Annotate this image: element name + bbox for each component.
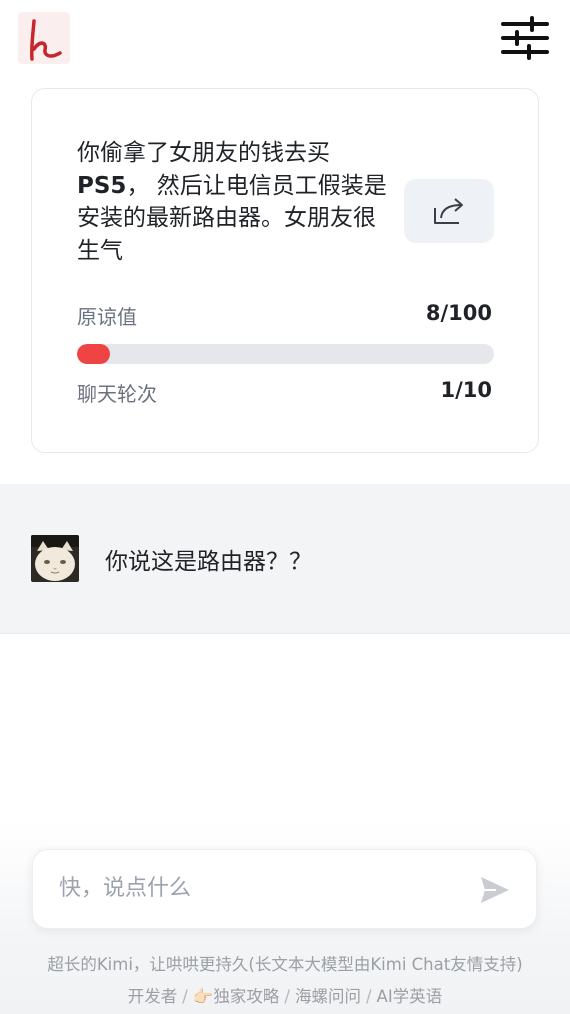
- footer-separator: /: [284, 987, 290, 1006]
- user-message: 你说这是路由器？？: [105, 549, 312, 575]
- footer-links: 开发者 / 👉🏻独家攻略 / 海螺问问 / AI学英语: [0, 983, 570, 1007]
- forgiveness-label: 原谅值: [77, 305, 137, 329]
- send-icon: [481, 877, 509, 903]
- rounds-label: 聊天轮次: [77, 382, 157, 406]
- footer-separator: /: [182, 987, 188, 1006]
- brand-logo-icon[interactable]: [18, 12, 70, 64]
- footer-link-hailuo[interactable]: 海螺问问: [295, 987, 361, 1006]
- sliders-icon: [501, 16, 549, 60]
- forgiveness-progress-bar: [77, 344, 494, 364]
- composer: [32, 849, 537, 929]
- footer-link-ai-english[interactable]: AI学英语: [377, 987, 443, 1006]
- scenario-card: 你偷拿了女朋友的钱去买PS5， 然后让电信员工假装是安装的最新路由器。女朋友很生…: [31, 88, 539, 453]
- footer-separator: /: [365, 987, 372, 1006]
- footer-tagline: 超长的Kimi，让哄哄更持久(长文本大模型由Kimi Chat友情支持): [47, 955, 523, 974]
- footer-link-guide[interactable]: 👉🏻独家攻略: [193, 987, 280, 1006]
- forgiveness-value: 8/100: [425, 301, 492, 325]
- rounds-value: 1/10: [440, 378, 492, 402]
- conversation-area: 你说这是路由器？？: [0, 484, 570, 634]
- forgiveness-progress-fill: [77, 344, 111, 364]
- app-page: 你偷拿了女朋友的钱去买PS5， 然后让电信员工假装是安装的最新路由器。女朋友很生…: [0, 0, 570, 1014]
- scenario-text-highlight: PS5: [77, 172, 127, 199]
- send-button[interactable]: [478, 874, 512, 906]
- share-button[interactable]: [404, 179, 494, 243]
- chat-input[interactable]: [59, 868, 459, 908]
- share-icon: [434, 198, 463, 224]
- scenario-text-part: 你偷拿了女朋友的钱去买: [77, 140, 330, 166]
- cat-avatar: [31, 535, 79, 582]
- footer-link-developer[interactable]: 开发者: [128, 987, 178, 1006]
- top-bar: [0, 0, 570, 80]
- settings-button[interactable]: [500, 16, 550, 60]
- scenario-text: 你偷拿了女朋友的钱去买PS5， 然后让电信员工假装是安装的最新路由器。女朋友很生…: [77, 137, 397, 267]
